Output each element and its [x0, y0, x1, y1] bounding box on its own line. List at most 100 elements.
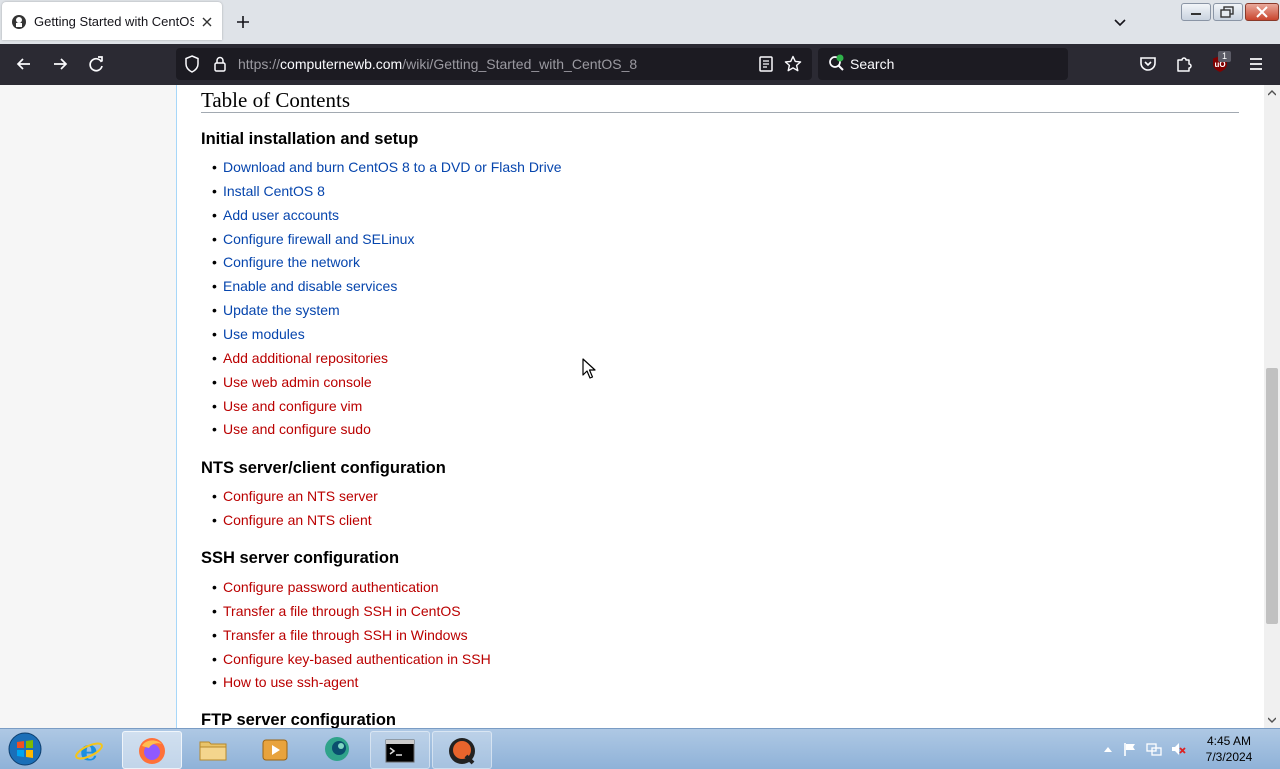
toc-link[interactable]: Add user accounts — [223, 207, 339, 223]
address-bar[interactable]: https://computernewb.com/wiki/Getting_St… — [176, 48, 812, 80]
system-clock[interactable]: 4:45 AM 7/3/2024 — [1196, 733, 1262, 765]
taskbar-qemu-app[interactable] — [432, 731, 492, 769]
page-scrollbar[interactable] — [1264, 85, 1280, 728]
back-arrow-icon[interactable] — [14, 54, 34, 74]
network-icon[interactable] — [1146, 741, 1162, 757]
taskbar-internet-explorer[interactable]: e — [60, 731, 118, 767]
folder-icon — [199, 741, 227, 761]
toc-list-item: • Add additional repositories — [212, 350, 388, 366]
toc-title: Table of Contents — [201, 88, 350, 112]
toc-divider — [201, 112, 1239, 113]
bullet-icon: • — [212, 627, 217, 643]
tab-active[interactable]: Getting Started with CentOS 8 - — [2, 2, 222, 40]
toc-link[interactable]: Install CentOS 8 — [223, 183, 325, 199]
toc-list-item: • Use and configure vim — [212, 398, 362, 414]
scrollbar-thumb[interactable] — [1266, 368, 1278, 624]
taskbar-firefox[interactable] — [122, 731, 182, 769]
internet-explorer-icon: e — [75, 735, 103, 765]
toc-link[interactable]: Enable and disable services — [223, 278, 397, 294]
windows-taskbar: e 4:45 AM 7/3/2024 — [0, 728, 1280, 769]
search-bar[interactable]: Search — [818, 48, 1068, 80]
toc-link[interactable]: Transfer a file through SSH in CentOS — [223, 603, 461, 619]
bullet-icon: • — [212, 231, 217, 247]
site-favicon-icon — [11, 14, 27, 30]
toc-link[interactable]: Configure firewall and SELinux — [223, 231, 414, 247]
taskbar-command-prompt[interactable] — [370, 731, 430, 769]
close-window-button[interactable] — [1245, 3, 1279, 21]
reload-icon[interactable] — [86, 54, 106, 74]
chevron-down-icon[interactable] — [1111, 13, 1129, 31]
toc-link[interactable]: Configure the network — [223, 254, 360, 270]
toc-list-item: • Configure password authentication — [212, 579, 439, 595]
terminal-icon — [385, 739, 415, 763]
page-content: Table of Contents Initial installation a… — [0, 85, 1264, 728]
taskbar-chat-app[interactable] — [308, 731, 366, 767]
show-hidden-icons-icon[interactable] — [1100, 741, 1116, 757]
bullet-icon: • — [212, 183, 217, 199]
taskbar-file-explorer[interactable] — [184, 731, 242, 767]
bullet-icon: • — [212, 302, 217, 318]
toc-link[interactable]: Add additional repositories — [223, 350, 388, 366]
bullet-icon: • — [212, 326, 217, 342]
shield-icon[interactable] — [182, 54, 202, 74]
toc-list-item: • Configure an NTS client — [212, 512, 372, 528]
toc-list-item: • Install CentOS 8 — [212, 183, 325, 199]
firefox-icon — [139, 738, 165, 764]
bullet-icon: • — [212, 512, 217, 528]
toc-link[interactable]: Use and configure vim — [223, 398, 362, 414]
toc-link[interactable]: Configure an NTS server — [223, 488, 378, 504]
search-engine-icon — [827, 53, 847, 73]
toc-list-item: • Configure the network — [212, 254, 360, 270]
tab-title: Getting Started with CentOS 8 - — [34, 14, 194, 29]
lock-icon[interactable] — [210, 54, 230, 74]
extensions-puzzle-icon[interactable] — [1174, 54, 1194, 74]
toc-section-heading: NTS server/client configuration — [201, 459, 446, 477]
pocket-icon[interactable] — [1138, 54, 1158, 74]
toc-list-item: • Download and burn CentOS 8 to a DVD or … — [212, 159, 562, 175]
bullet-icon: • — [212, 674, 217, 690]
bullet-icon: • — [212, 488, 217, 504]
svg-text:e: e — [80, 735, 98, 765]
scroll-up-arrow-icon[interactable] — [1268, 89, 1276, 97]
toc-link[interactable]: Use web admin console — [223, 374, 372, 390]
start-button[interactable] — [6, 731, 44, 767]
forward-arrow-icon[interactable] — [50, 54, 70, 74]
volume-muted-icon[interactable] — [1170, 741, 1186, 757]
tab-bar: Getting Started with CentOS 8 - — [0, 0, 1280, 44]
minimize-button[interactable] — [1181, 3, 1211, 21]
toc-list-item: • Update the system — [212, 302, 340, 318]
toc-list-item: • Transfer a file through SSH in Windows — [212, 627, 468, 643]
toc-list-item: • Use modules — [212, 326, 305, 342]
qemu-icon — [449, 738, 475, 765]
new-tab-icon[interactable] — [234, 13, 252, 31]
toc-link[interactable]: Download and burn CentOS 8 to a DVD or F… — [223, 159, 562, 175]
close-tab-icon[interactable] — [199, 14, 215, 30]
reader-view-icon[interactable] — [756, 54, 776, 74]
toc-list-item: • Configure key-based authentication in S… — [212, 651, 491, 667]
clock-date: 7/3/2024 — [1205, 750, 1253, 764]
toc-link[interactable]: Update the system — [223, 302, 340, 318]
toc-link[interactable]: How to use ssh-agent — [223, 674, 358, 690]
toc-list-item: • Use and configure sudo — [212, 421, 371, 437]
url-text[interactable]: https://computernewb.com/wiki/Getting_St… — [238, 56, 637, 72]
toc-link[interactable]: Configure an NTS client — [223, 512, 372, 528]
toc-list-item: • Add user accounts — [212, 207, 339, 223]
navigation-toolbar: https://computernewb.com/wiki/Getting_St… — [0, 44, 1280, 85]
chat-bubble-icon — [325, 737, 349, 761]
bullet-icon: • — [212, 207, 217, 223]
toc-link[interactable]: Use and configure sudo — [223, 421, 371, 437]
scroll-down-arrow-icon[interactable] — [1268, 716, 1276, 724]
toc-link[interactable]: Configure password authentication — [223, 579, 439, 595]
toc-link[interactable]: Transfer a file through SSH in Windows — [223, 627, 468, 643]
toc-list-item: • Configure firewall and SELinux — [212, 231, 414, 247]
bullet-icon: • — [212, 278, 217, 294]
taskbar-media-player[interactable] — [246, 731, 304, 767]
bookmark-star-icon[interactable] — [783, 54, 803, 74]
toc-list-item: • Configure an NTS server — [212, 488, 378, 504]
action-center-flag-icon[interactable] — [1122, 741, 1138, 757]
toc-link[interactable]: Configure key-based authentication in SS… — [223, 651, 491, 667]
search-input[interactable]: Search — [850, 56, 894, 72]
hamburger-menu-icon[interactable] — [1246, 54, 1266, 74]
restore-button[interactable] — [1213, 3, 1243, 21]
toc-link[interactable]: Use modules — [223, 326, 305, 342]
